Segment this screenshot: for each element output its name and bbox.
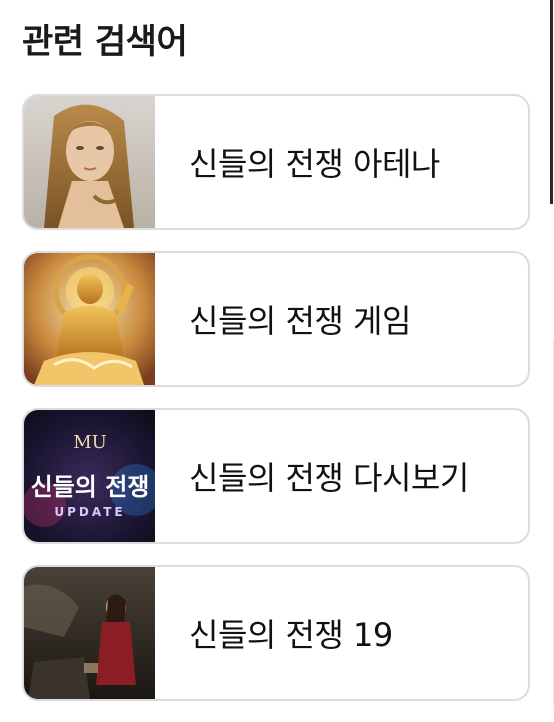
related-search-label: 신들의 전쟁 다시보기 (189, 459, 469, 497)
related-search-list: 신들의 전쟁 아테나 신들의 전쟁 게임 MU 신들의 전쟁 UPDATE 신들… (22, 94, 530, 722)
related-search-card-athena[interactable]: 신들의 전쟁 아테나 (22, 94, 530, 230)
related-search-card-replay[interactable]: MU 신들의 전쟁 UPDATE 신들의 전쟁 다시보기 (22, 408, 530, 544)
related-search-label: 신들의 전쟁 19 (189, 616, 393, 654)
related-search-label: 신들의 전쟁 아테나 (189, 145, 440, 183)
related-search-card-game[interactable]: 신들의 전쟁 게임 (22, 251, 530, 387)
thumbnail-woman-portrait (24, 96, 155, 228)
related-search-card-19[interactable]: 신들의 전쟁 19 (22, 565, 530, 701)
related-search-label: 신들의 전쟁 게임 (189, 302, 411, 340)
thumbnail-golden-deity (24, 253, 155, 385)
thumbnail-mu-update-poster: MU 신들의 전쟁 UPDATE (24, 410, 155, 542)
thumb-caption-top: MU (73, 432, 107, 453)
thumbnail-dark-scene (24, 567, 155, 699)
svg-text:UPDATE: UPDATE (54, 505, 125, 519)
section-title: 관련 검색어 (22, 22, 188, 62)
scrollbar[interactable] (550, 0, 553, 204)
svg-text:신들의 전쟁: 신들의 전쟁 (31, 473, 150, 501)
